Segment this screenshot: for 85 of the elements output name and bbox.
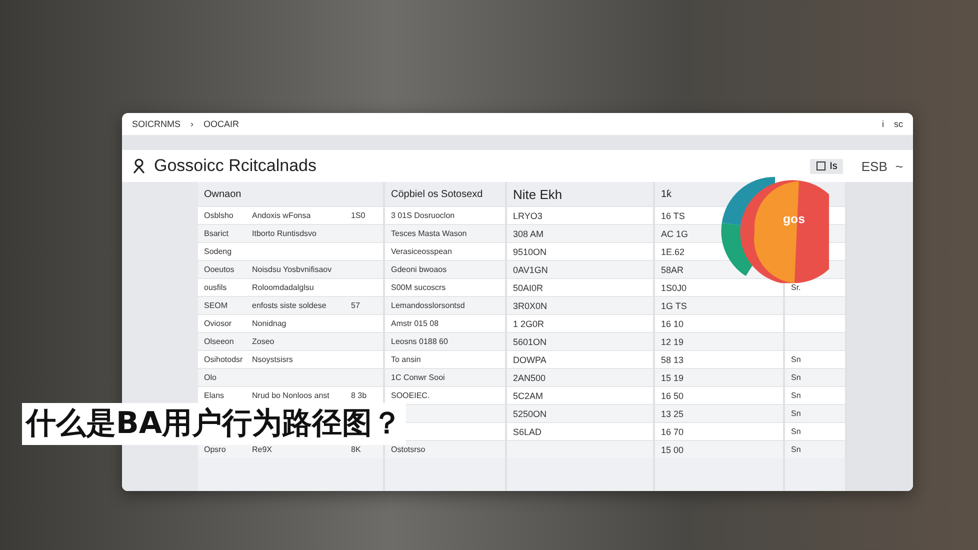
table-cell-text: 8K bbox=[351, 445, 362, 454]
table-cell: 1S0J0 bbox=[661, 282, 687, 292]
table-cell: 1E.62 bbox=[661, 246, 685, 256]
breadcrumb-link[interactable]: OOCAIR bbox=[204, 119, 240, 129]
page-title: Gossoicc Rcitcalnads bbox=[154, 156, 317, 176]
square-icon bbox=[816, 161, 826, 171]
table-cell-text: 8 3b bbox=[351, 391, 368, 400]
table-cell-text: Ooeutos bbox=[204, 265, 236, 274]
table-cell: Verasiceosspean bbox=[391, 247, 452, 256]
table-cell-text: enfosts siste soldese bbox=[252, 301, 328, 310]
table-cell: Sn bbox=[791, 445, 801, 454]
table-cell-text: Nsoystsisrs bbox=[252, 355, 294, 364]
table-cell: 308 AM bbox=[513, 228, 544, 238]
table-cell-text: Opsro bbox=[204, 445, 227, 454]
table-cell: 1C Conwr Sooi bbox=[391, 373, 445, 382]
table-cell-text: Oviosor bbox=[204, 319, 233, 328]
table-cell-text: Olo bbox=[204, 373, 218, 382]
table-cell-text: Re9X bbox=[252, 445, 274, 454]
table-cell: S00M sucoscrs bbox=[391, 283, 446, 292]
table-cell: 50AI0R bbox=[513, 282, 544, 292]
table-cell-text: Zoseo bbox=[252, 337, 276, 346]
table-cell: 13 25 bbox=[661, 408, 684, 418]
table-cell: 3R0X0N bbox=[513, 300, 548, 310]
table-cell: 1 2G0R bbox=[513, 318, 544, 328]
table-cell: Sn bbox=[791, 427, 801, 436]
table-cell: 12 19 bbox=[661, 336, 684, 346]
table-cell-text: Osblsho bbox=[204, 211, 234, 220]
table-cell: 58 13 bbox=[661, 354, 684, 364]
table-cell: 58AR bbox=[661, 264, 684, 274]
table-cell-text: SEOM bbox=[204, 301, 229, 310]
table-cell: Amstr 015 08 bbox=[391, 319, 439, 328]
table-cell: Sn bbox=[791, 355, 801, 364]
toolbar-label[interactable]: ESB bbox=[861, 158, 888, 174]
table-cell: Leosns 0188 60 bbox=[391, 337, 448, 346]
toolbar-label[interactable]: ~ bbox=[895, 158, 903, 174]
table-cell: DOWPA bbox=[513, 354, 546, 364]
table-cell: 2AN500 bbox=[513, 372, 546, 382]
person-icon bbox=[132, 158, 146, 174]
table-cell-text: Sodeng bbox=[204, 247, 233, 256]
window-control[interactable]: sc bbox=[894, 119, 903, 129]
table-cell-text: Andoxis wFonsa bbox=[252, 211, 312, 220]
table-cell: LRYO3 bbox=[513, 210, 542, 220]
table-cell: 16 TS bbox=[661, 210, 685, 220]
table-cell-text: ousfils bbox=[204, 283, 228, 292]
breadcrumb-link[interactable]: SOICRNMS bbox=[132, 119, 181, 129]
table-cell: 5250ON bbox=[513, 408, 547, 418]
table-cell-text: 57 bbox=[351, 301, 361, 310]
toolbar-button[interactable]: Is bbox=[810, 158, 844, 174]
window-control[interactable]: i bbox=[882, 119, 884, 129]
table-cell: Sn bbox=[791, 391, 801, 400]
table-cell: Sn bbox=[791, 409, 801, 418]
table-cell: 9510ON bbox=[513, 246, 547, 256]
table-cell: Sr. bbox=[791, 283, 801, 292]
table-cell: AC 1G bbox=[661, 228, 688, 238]
table-cell: 16 50 bbox=[661, 390, 684, 400]
table-cell-text: Osihotodsr bbox=[204, 355, 244, 364]
caption-text: 什么是BA用户行为路径图？ bbox=[22, 403, 406, 445]
table-cell-text: Noisdsu Yosbvnifisaov bbox=[252, 265, 333, 274]
chart-label: gos bbox=[782, 212, 805, 226]
table-cell-text: Bsarict bbox=[204, 229, 230, 238]
table-cell: 16 70 bbox=[661, 426, 684, 436]
table-cell: SOOEIEC. bbox=[391, 391, 430, 400]
table-cell: 16 10 bbox=[661, 318, 684, 328]
table-cell-text: Elans bbox=[204, 391, 226, 400]
table-cell-text: Nonidnag bbox=[252, 319, 288, 328]
table-cell-text: Olseeon bbox=[204, 337, 235, 346]
table-cell: Sn bbox=[791, 373, 801, 382]
table-cell: 1G TS bbox=[661, 300, 687, 310]
table-cell-text: Nrud bo Nonloos anst bbox=[252, 391, 330, 400]
table-cell: Lemandosslorsontsd bbox=[391, 301, 465, 310]
table-cell: Tesces Masta Wason bbox=[391, 229, 467, 238]
table-cell: Ostotsrso bbox=[391, 445, 426, 454]
table-cell: S6LAD bbox=[513, 426, 542, 436]
table-cell: 5C2AM bbox=[513, 390, 544, 400]
table-cell: 15 00 bbox=[661, 444, 684, 454]
table-cell: 0AV1GN bbox=[513, 264, 548, 274]
table-cell: 5601ON bbox=[513, 336, 547, 346]
table-cell: Gdeoni bwoaos bbox=[391, 265, 447, 274]
table-cell: 15 19 bbox=[661, 372, 684, 382]
table-cell: 3 01S Dosruoclon bbox=[391, 211, 455, 220]
table-cell-text: Itborto Runtisdsvo bbox=[252, 229, 318, 238]
table-cell-text: Roloomdadalglsu bbox=[252, 283, 315, 292]
breadcrumb-separator: › bbox=[190, 119, 194, 129]
table-cell-text: 1S0 bbox=[351, 211, 366, 220]
table-cell: To ansin bbox=[391, 355, 421, 364]
